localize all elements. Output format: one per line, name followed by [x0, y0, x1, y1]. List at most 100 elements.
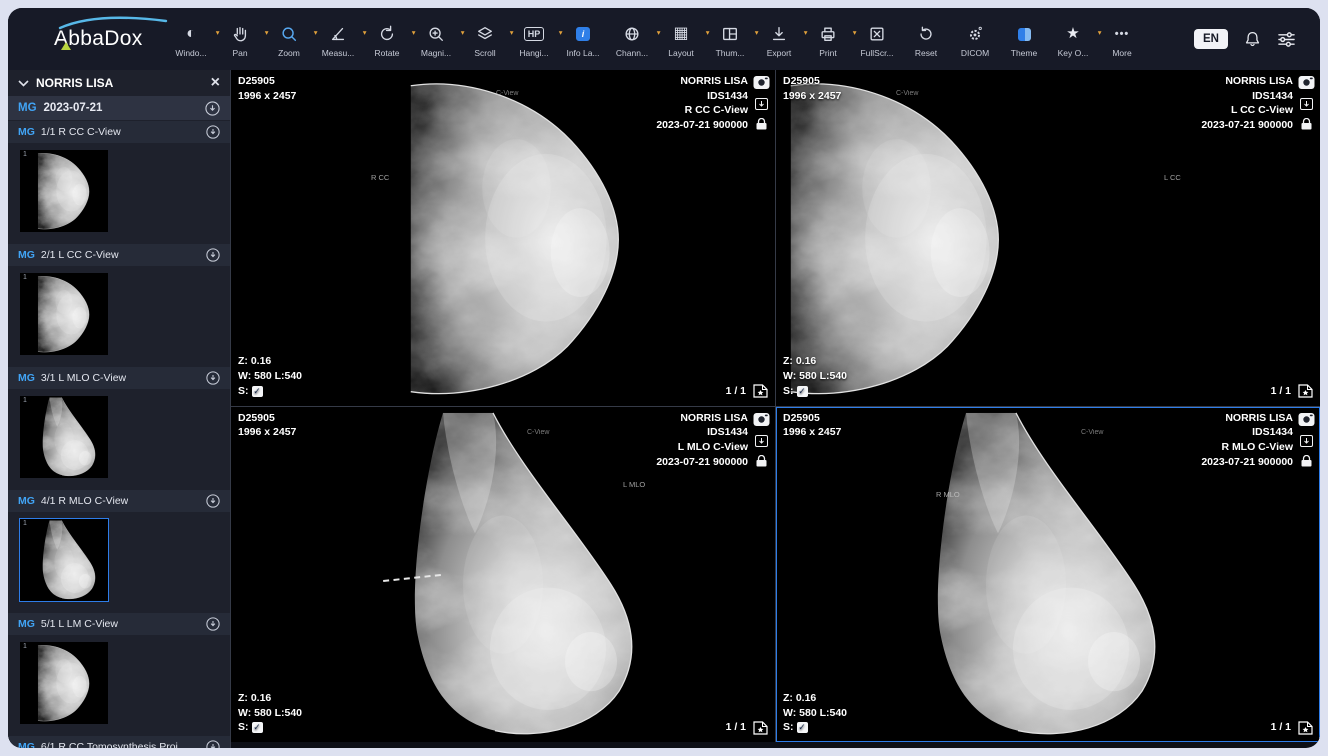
- notifications-button[interactable]: [1244, 30, 1261, 48]
- tool-print[interactable]: Print ▾: [806, 20, 855, 58]
- tool-channels[interactable]: Chann... ▾: [610, 20, 659, 58]
- cview-watermark: C-View: [896, 90, 918, 97]
- save-icon[interactable]: [1300, 98, 1313, 110]
- series-row[interactable]: MG 4/1 R MLO C-View: [8, 490, 230, 512]
- download-circle-icon: [206, 125, 220, 139]
- key-image-icon[interactable]: [753, 721, 768, 735]
- download-series-button[interactable]: [206, 740, 220, 748]
- tool-label: Theme: [1011, 48, 1037, 58]
- series-id: D25905: [783, 411, 841, 426]
- view-name: R MLO C-View: [1201, 440, 1293, 455]
- series-row[interactable]: MG 1/1 R CC C-View: [8, 121, 230, 143]
- lock-icon[interactable]: [756, 118, 767, 130]
- series-label: 4/1 R MLO C-View: [41, 495, 128, 507]
- tool-dicom[interactable]: DICOM: [953, 20, 1002, 58]
- series-row[interactable]: MG 2/1 L CC C-View: [8, 244, 230, 266]
- tool-more[interactable]: ••• More: [1100, 20, 1149, 58]
- series-thumbnail[interactable]: 1: [20, 642, 108, 724]
- study-row[interactable]: MG 2023-07-21: [8, 96, 230, 120]
- image-index: 1 / 1: [1271, 720, 1291, 735]
- viewport-r-mlo[interactable]: D25905 1996 x 2457 NORRIS LISA IDS1434 R…: [776, 407, 1320, 743]
- capture-icon[interactable]: [1298, 75, 1315, 90]
- series-row[interactable]: MG 6/1 R CC Tomosynthesis Proj...: [8, 736, 230, 748]
- series-info-overlay: D25905 1996 x 2457: [238, 74, 296, 103]
- capture-icon[interactable]: [1298, 412, 1315, 427]
- viewport-r-cc[interactable]: D25905 1996 x 2457 NORRIS LISA IDS1434 R…: [231, 70, 775, 406]
- tool-measure[interactable]: Measu... ▾: [316, 20, 365, 58]
- series-row[interactable]: MG 5/1 L LM C-View: [8, 613, 230, 635]
- tool-zoom[interactable]: Zoom ▾: [267, 20, 316, 58]
- thumbnail-image: [20, 273, 108, 355]
- close-icon[interactable]: ×: [211, 75, 220, 91]
- tool-info-labels[interactable]: i Info La...: [561, 20, 610, 58]
- series-thumbnail-selected[interactable]: 1: [20, 519, 108, 601]
- rotate-icon: [378, 24, 396, 44]
- patient-header[interactable]: NORRIS LISA ×: [8, 70, 230, 96]
- sync-checkbox[interactable]: ✓: [252, 722, 263, 733]
- lock-icon[interactable]: [1301, 118, 1312, 130]
- language-button[interactable]: EN: [1194, 29, 1228, 49]
- capture-icon[interactable]: [753, 75, 770, 90]
- tool-scroll[interactable]: Scroll ▾: [463, 20, 512, 58]
- sync-checkbox[interactable]: ✓: [252, 386, 263, 397]
- tool-reset[interactable]: Reset: [904, 20, 953, 58]
- window-level: W: 580 L:540: [783, 706, 847, 721]
- tool-label: Windo...: [175, 48, 206, 58]
- sync-checkbox[interactable]: ✓: [797, 722, 808, 733]
- capture-icon[interactable]: [753, 412, 770, 427]
- modality-badge: MG: [18, 741, 35, 748]
- download-study-button[interactable]: [205, 101, 220, 116]
- key-image-icon[interactable]: [1298, 384, 1313, 398]
- zoom-factor: Z: 0.16: [783, 691, 847, 706]
- abbadox-logo[interactable]: AbbaDox: [54, 17, 143, 61]
- key-image-icon[interactable]: [1298, 721, 1313, 735]
- tool-layout[interactable]: ▦ Layout ▾: [659, 20, 708, 58]
- series-thumbnail[interactable]: 1: [20, 150, 108, 232]
- download-series-button[interactable]: [206, 125, 220, 139]
- lock-icon[interactable]: [756, 455, 767, 467]
- paging-overlay: 1 / 1: [726, 384, 768, 399]
- series-label: 2/1 L CC C-View: [41, 249, 119, 261]
- tool-magnify[interactable]: Magni... ▾: [414, 20, 463, 58]
- tool-export[interactable]: Export ▾: [757, 20, 806, 58]
- printer-icon: [819, 24, 837, 44]
- tool-key-objects[interactable]: ★ Key O... ▾: [1051, 20, 1100, 58]
- tool-rotate[interactable]: Rotate ▾: [365, 20, 414, 58]
- tool-hanging-protocol[interactable]: HP Hangi... ▾: [512, 20, 561, 58]
- download-series-button[interactable]: [206, 494, 220, 508]
- download-series-button[interactable]: [206, 617, 220, 631]
- tool-label: Rotate: [374, 48, 399, 58]
- thumbnail-index: 1: [23, 151, 27, 158]
- tool-label: Chann...: [616, 48, 648, 58]
- study-date: 2023-07-21: [44, 102, 103, 114]
- thumbnail-index: 1: [23, 397, 27, 404]
- save-icon[interactable]: [1300, 435, 1313, 447]
- image-params-overlay: Z: 0.16 W: 580 L:540 S:✓: [783, 354, 847, 398]
- tool-fullscreen[interactable]: FullScr...: [855, 20, 904, 58]
- patient-id: IDS1434: [656, 89, 748, 104]
- save-icon[interactable]: [755, 435, 768, 447]
- tool-theme[interactable]: Theme: [1002, 20, 1051, 58]
- lock-icon[interactable]: [1301, 455, 1312, 467]
- tool-windowing[interactable]: ◐ Windo... ▾: [169, 20, 218, 58]
- tool-label: More: [1112, 48, 1131, 58]
- save-icon[interactable]: [755, 98, 768, 110]
- viewport-l-mlo[interactable]: D25905 1996 x 2457 NORRIS LISA IDS1434 L…: [231, 407, 775, 743]
- download-circle-icon: [206, 740, 220, 748]
- series-thumbnail[interactable]: 1: [20, 273, 108, 355]
- series-thumbnail[interactable]: 1: [20, 396, 108, 478]
- list-item: MG 1/1 R CC C-View 1: [8, 121, 230, 232]
- viewport-l-cc[interactable]: D25905 1996 x 2457 NORRIS LISA IDS1434 L…: [776, 70, 1320, 406]
- tool-thumbnails[interactable]: Thum... ▾: [708, 20, 757, 58]
- mammogram-image: [399, 70, 634, 406]
- key-image-icon[interactable]: [753, 384, 768, 398]
- download-series-button[interactable]: [206, 371, 220, 385]
- tool-pan[interactable]: Pan ▾: [218, 20, 267, 58]
- series-list: MG 1/1 R CC C-View 1 MG 2/1 L CC C-View: [8, 120, 230, 748]
- settings-button[interactable]: [1277, 31, 1296, 48]
- layers-icon: [476, 24, 494, 44]
- download-series-button[interactable]: [206, 248, 220, 262]
- sync-checkbox[interactable]: ✓: [797, 386, 808, 397]
- series-row[interactable]: MG 3/1 L MLO C-View: [8, 367, 230, 389]
- tool-label: Measu...: [322, 48, 355, 58]
